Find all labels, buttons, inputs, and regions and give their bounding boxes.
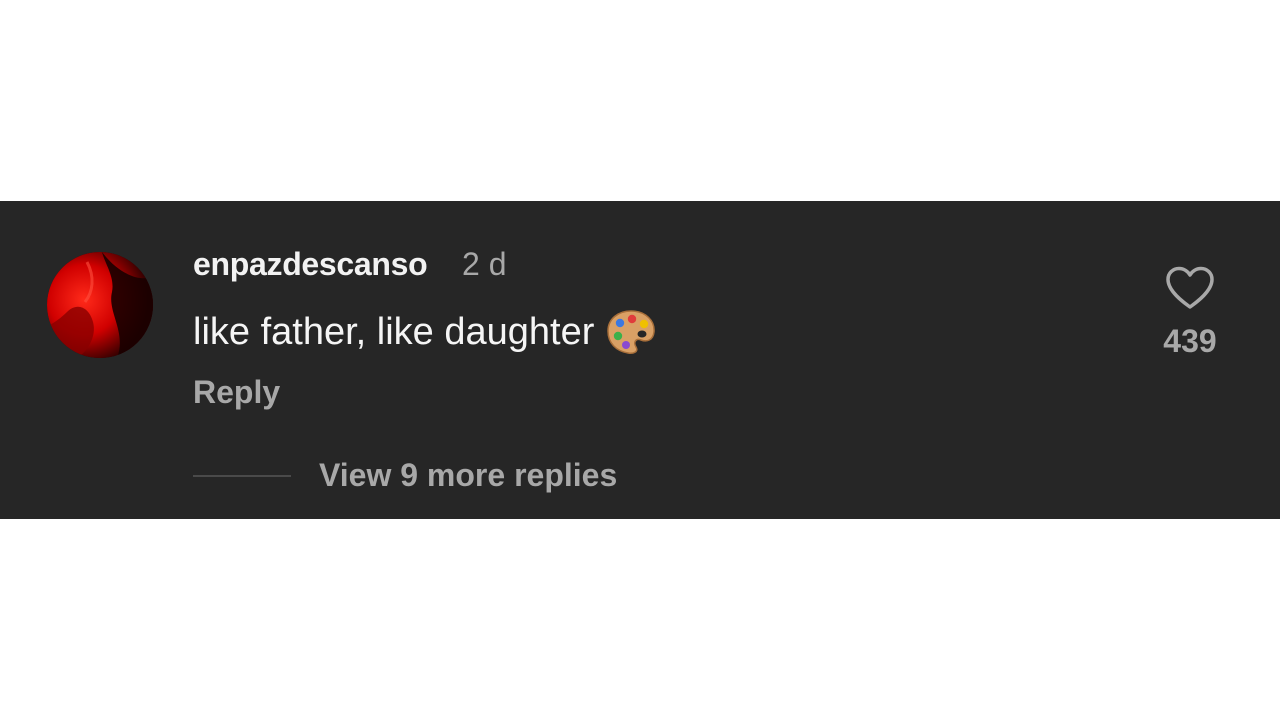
comment-text: like father, like daughter <box>193 310 595 353</box>
avatar[interactable] <box>47 252 153 358</box>
comment-body: like father, like daughter <box>193 309 656 355</box>
avatar-image <box>47 252 153 358</box>
reply-button[interactable]: Reply <box>193 374 280 411</box>
replies-divider <box>193 475 291 477</box>
like-count: 439 <box>1163 323 1217 359</box>
heart-icon[interactable] <box>1164 265 1216 311</box>
comment-item: enpazdescanso 2 d like father, like daug… <box>0 201 1280 519</box>
page: enpazdescanso 2 d like father, like daug… <box>0 0 1280 720</box>
palette-icon <box>606 309 656 355</box>
comment-timestamp: 2 d <box>462 246 507 282</box>
comment-username[interactable]: enpazdescanso <box>193 246 428 283</box>
view-more-replies-button[interactable]: View 9 more replies <box>319 457 617 494</box>
